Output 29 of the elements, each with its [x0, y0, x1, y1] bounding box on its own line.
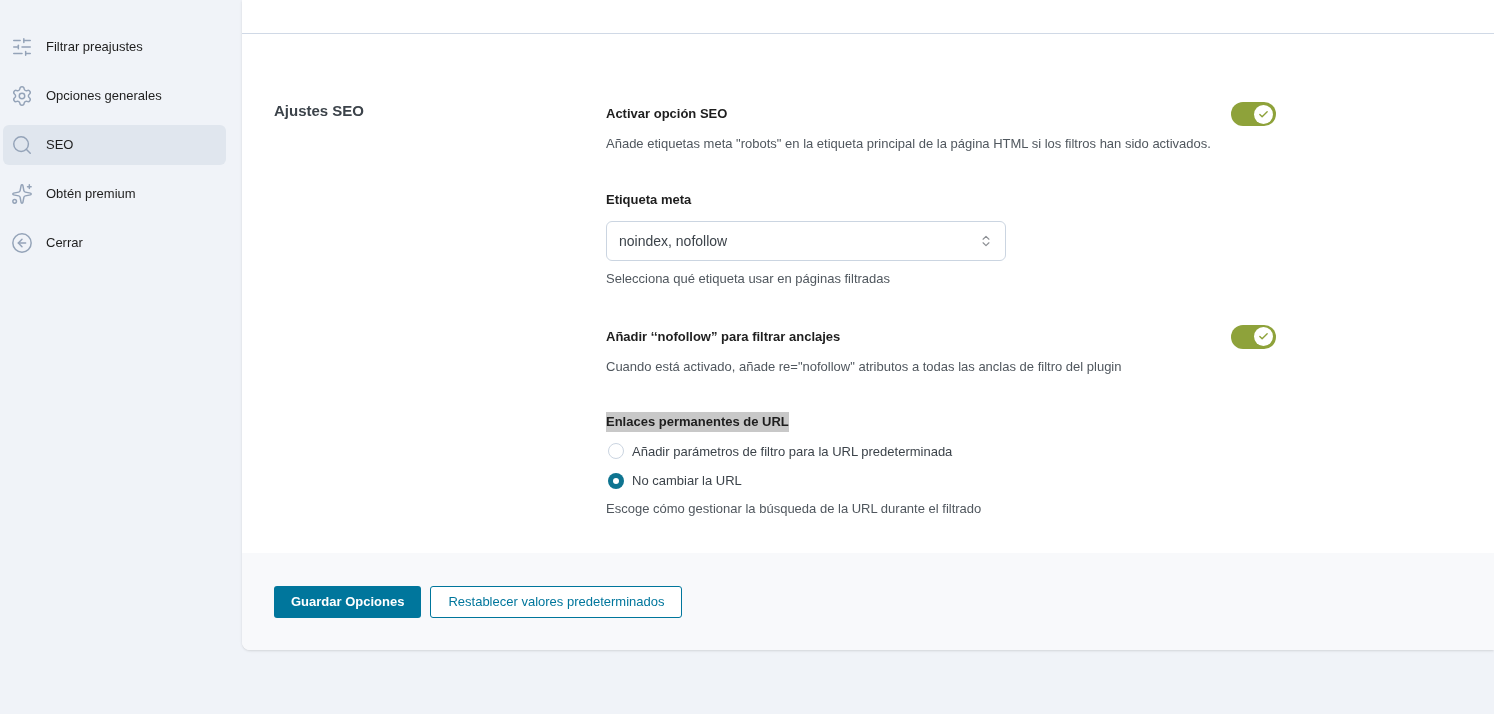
save-button[interactable]: Guardar Opciones: [274, 585, 422, 618]
sidebar-item[interactable]: Obtén premium: [3, 174, 226, 214]
check-icon: [1258, 331, 1269, 342]
sliders-icon: [11, 36, 33, 58]
setting-description: Añade etiquetas meta "robots" en la etiqueta principal de la página HTML si los filtros han sido activados.: [606, 135, 1212, 153]
radio-button[interactable]: [608, 443, 624, 460]
setting-description: Selecciona qué etiqueta usar en páginas filtradas: [606, 270, 892, 288]
setting-label: Añadir ‘‘nofollow” para filtrar anclajes: [606, 327, 841, 346]
sidebar-item[interactable]: Filtrar preajustes: [3, 27, 226, 67]
check-icon: [1258, 108, 1269, 120]
settings-icon: [11, 85, 33, 107]
search-icon: [11, 134, 33, 156]
setting-label: Activar opción SEO: [606, 105, 728, 124]
reset-button[interactable]: Restablecer valores predeterminados: [430, 585, 683, 618]
toggle-switch[interactable]: [1231, 324, 1276, 349]
radio-label[interactable]: No cambiar la URL: [632, 471, 742, 491]
section-title: Ajustes SEO: [274, 101, 366, 121]
sparkles-icon: [11, 183, 33, 205]
radio-label[interactable]: Añadir parámetros de filtro para la URL predeterminada: [632, 441, 953, 461]
setting-label: Enlaces permanentes de URL: [606, 412, 789, 432]
radio-button[interactable]: [608, 472, 624, 489]
sidebar-item[interactable]: SEO: [3, 125, 226, 165]
toggle-switch[interactable]: [1231, 102, 1276, 126]
sidebar-item[interactable]: Cerrar: [3, 223, 226, 263]
sidebar-item[interactable]: Opciones generales: [3, 76, 226, 116]
setting-description: Cuando está activado, añade re="nofollow" atributos a todas las anclas de filtro del plugin: [606, 357, 1123, 376]
setting-label: Etiqueta meta: [606, 190, 693, 209]
select-dropdown[interactable]: noindex, nofollow: [606, 221, 1006, 261]
setting-description: Escoge cómo gestionar la búsqueda de la URL durante el filtrado: [606, 499, 982, 518]
